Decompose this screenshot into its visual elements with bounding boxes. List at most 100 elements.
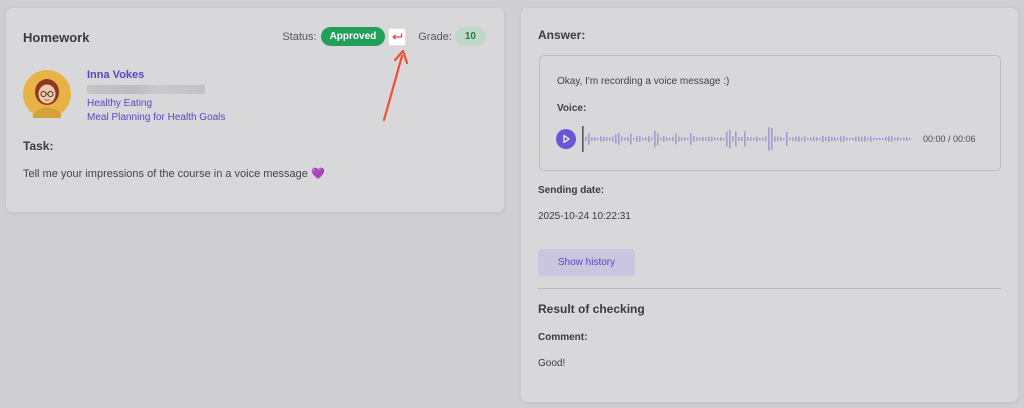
waveform-bar xyxy=(804,136,806,142)
waveform-bar xyxy=(615,134,617,144)
waveform-bar xyxy=(660,137,662,141)
waveform-bar xyxy=(858,136,860,142)
waveform-bar xyxy=(822,136,824,142)
waveform-bar xyxy=(654,130,656,148)
waveform-bar xyxy=(588,133,590,145)
waveform-bar xyxy=(744,131,746,147)
waveform-bar xyxy=(639,136,641,142)
waveform-bar xyxy=(816,137,818,141)
waveform-bar xyxy=(780,136,782,142)
waveform-bar xyxy=(606,137,608,141)
waveform-bar xyxy=(672,136,674,142)
waveform-bar xyxy=(666,137,668,141)
undo-status-button[interactable] xyxy=(388,27,407,46)
waveform-bar xyxy=(903,137,905,141)
waveform-bar xyxy=(627,136,629,142)
status-row: Status: Approved Grade: 10 xyxy=(282,27,486,46)
waveform-bar xyxy=(909,137,911,141)
waveform-bar xyxy=(900,137,902,141)
waveform-bar xyxy=(651,137,653,141)
divider xyxy=(538,288,1001,289)
waveform-bar xyxy=(777,136,779,142)
waveform-bar xyxy=(600,136,602,142)
grade-badge: 10 xyxy=(454,27,486,46)
waveform-bar xyxy=(705,137,707,141)
waveform-bar xyxy=(846,137,848,141)
waveform-bar xyxy=(750,137,752,141)
waveform-bar xyxy=(741,137,743,141)
waveform-bar xyxy=(636,136,638,142)
waveform-bar xyxy=(699,137,701,141)
waveform-bar xyxy=(771,128,773,150)
waveform-bar xyxy=(864,136,866,142)
student-name-link[interactable]: Inna Vokes xyxy=(87,69,144,81)
waveform-bar xyxy=(720,137,722,141)
waveform-bar xyxy=(765,136,767,142)
waveform-bar xyxy=(819,137,821,141)
waveform-bar xyxy=(669,137,671,141)
waveform-bar xyxy=(888,136,890,142)
waveform-bar xyxy=(825,137,827,141)
waveform-bar xyxy=(885,136,887,142)
waveform-bar xyxy=(603,136,605,142)
waveform-bar xyxy=(738,137,740,141)
waveform-bar xyxy=(696,137,698,141)
waveform-bar xyxy=(783,137,785,141)
comment-label: Comment: xyxy=(538,332,588,343)
waveform-bar xyxy=(837,137,839,141)
waveform-bar xyxy=(729,129,731,149)
waveform-bar xyxy=(708,136,710,142)
answer-box: Okay, I'm recording a voice message :) V… xyxy=(539,55,1001,171)
waveform-bar xyxy=(786,132,788,146)
waveform-bar xyxy=(612,136,614,142)
audio-waveform[interactable] xyxy=(582,124,914,154)
lesson-link[interactable]: Meal Planning for Health Goals xyxy=(87,112,225,123)
homework-title: Homework xyxy=(23,30,90,45)
task-title: Task: xyxy=(23,139,54,153)
waveform-bar xyxy=(723,137,725,141)
waveform-bar xyxy=(609,137,611,141)
grade-label: Grade: xyxy=(418,30,452,43)
waveform-bar xyxy=(693,136,695,142)
show-history-button[interactable]: Show history xyxy=(538,249,635,276)
waveform-bar xyxy=(735,131,737,147)
waveform-bar xyxy=(663,136,665,142)
waveform-bar xyxy=(768,127,770,151)
waveform-bar xyxy=(762,137,764,141)
answer-text: Okay, I'm recording a voice message :) xyxy=(557,76,730,87)
waveform-bar xyxy=(645,137,647,141)
comment-text: Good! xyxy=(538,358,566,369)
waveform-bar xyxy=(894,137,896,141)
waveform-bar xyxy=(906,137,908,141)
play-icon xyxy=(563,134,570,144)
waveform-bar xyxy=(867,137,869,141)
waveform-bar xyxy=(861,136,863,142)
waveform-bar xyxy=(870,136,872,142)
waveform-bar xyxy=(591,137,593,141)
waveform-bar xyxy=(726,131,728,147)
waveform-bar xyxy=(675,133,677,145)
waveform-bar xyxy=(642,137,644,141)
avatar xyxy=(23,70,71,118)
waveform-bar xyxy=(831,136,833,142)
play-button[interactable] xyxy=(556,129,576,149)
course-link[interactable]: Healthy Eating xyxy=(87,98,152,109)
annotation-arrow-icon xyxy=(382,49,409,122)
waveform-bar xyxy=(732,136,734,142)
waveform-bar xyxy=(633,137,635,141)
waveform-bar xyxy=(840,136,842,142)
waveform-bar xyxy=(684,137,686,141)
undo-icon xyxy=(392,33,403,40)
waveform-bar xyxy=(714,137,716,141)
sending-date-label: Sending date: xyxy=(538,185,605,196)
waveform-bar xyxy=(681,137,683,141)
waveform-bar xyxy=(849,137,851,141)
waveform-bar xyxy=(891,136,893,142)
waveform-bar xyxy=(597,137,599,141)
waveform-bar xyxy=(630,133,632,145)
result-title: Result of checking xyxy=(538,302,645,316)
sending-date-value: 2025-10-24 10:22:31 xyxy=(538,211,631,222)
waveform-bar xyxy=(834,137,836,141)
waveform-bar xyxy=(873,137,875,141)
voice-label: Voice: xyxy=(557,103,587,114)
